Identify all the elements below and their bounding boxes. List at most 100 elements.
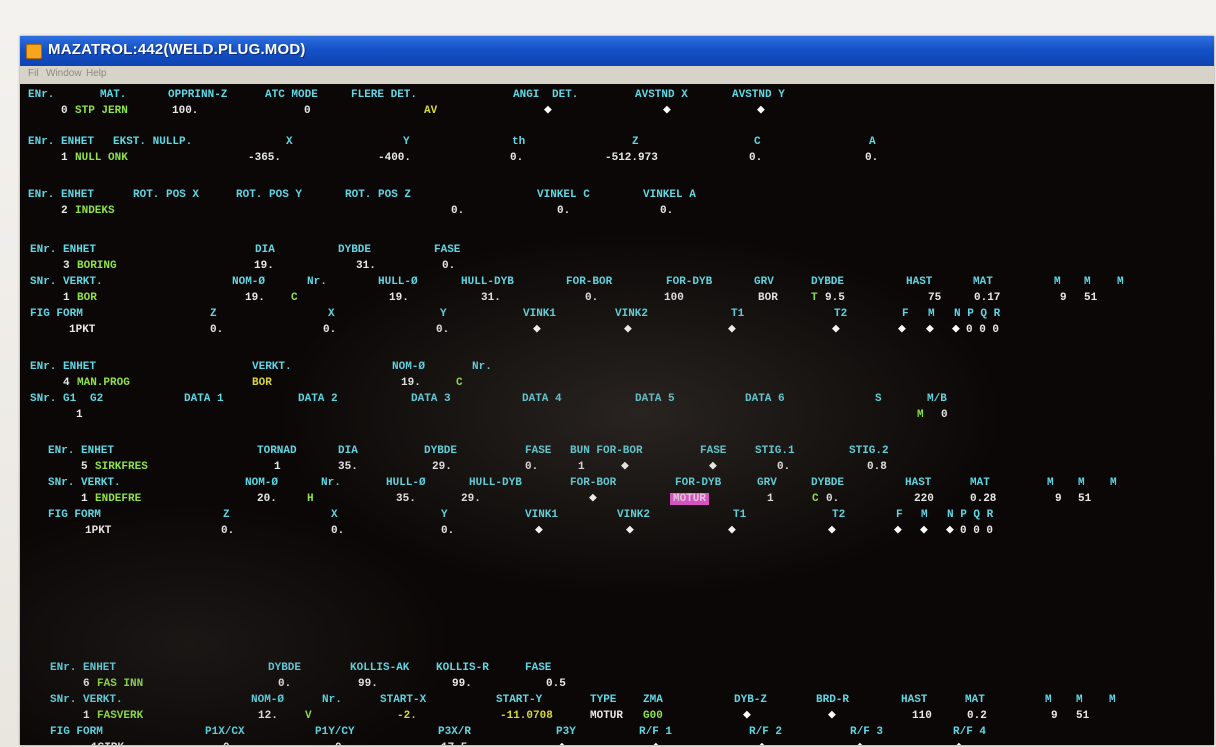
field-value[interactable]: 100. — [172, 105, 198, 117]
unset-diamond-icon[interactable]: ◆ — [757, 103, 765, 116]
unit-name[interactable]: C — [291, 292, 298, 304]
unset-diamond-icon[interactable]: ◆ — [926, 322, 934, 335]
field-value[interactable]: 0. — [278, 678, 291, 690]
field-value[interactable]: 51 — [1076, 710, 1089, 722]
field-value[interactable]: 1PKT — [85, 525, 111, 537]
field-value[interactable]: 35. — [396, 493, 416, 505]
unit-name[interactable]: C — [456, 377, 463, 389]
field-value[interactable]: 20. — [257, 493, 277, 505]
field-value[interactable]: 0.17 — [974, 292, 1000, 304]
field-value[interactable]: 0.5 — [546, 678, 566, 690]
field-value[interactable]: 51 — [1084, 292, 1097, 304]
field-value[interactable]: BOR — [252, 377, 272, 389]
field-value[interactable]: 0. — [510, 152, 523, 164]
field-value[interactable]: -2. — [397, 710, 417, 722]
unit-name[interactable]: INDEKS — [75, 205, 115, 217]
field-value[interactable]: 0. — [436, 324, 449, 336]
unit-name[interactable]: M — [917, 409, 924, 421]
field-value[interactable]: 1 — [76, 409, 83, 421]
field-value[interactable]: -11.0708 — [500, 710, 553, 722]
unset-diamond-icon[interactable]: ◆ — [544, 103, 552, 116]
unset-diamond-icon[interactable]: ◆ — [856, 740, 864, 745]
unit-name[interactable]: C — [812, 493, 819, 505]
title-bar[interactable]: MAZATROL:442(WELD.PLUG.MOD) — [20, 36, 1214, 66]
unset-diamond-icon[interactable]: ◆ — [626, 523, 634, 536]
unit-name[interactable]: FAS INN — [97, 678, 143, 690]
unit-name[interactable]: STP JERN — [75, 105, 128, 117]
field-value[interactable]: 29. — [461, 493, 481, 505]
field-value[interactable]: 0. — [323, 324, 336, 336]
field-value[interactable]: 0. — [221, 525, 234, 537]
unset-diamond-icon[interactable]: ◆ — [558, 740, 566, 745]
field-value[interactable]: -512.973 — [605, 152, 658, 164]
field-value[interactable]: 31. — [356, 260, 376, 272]
field-value[interactable]: 1 — [61, 152, 68, 164]
field-value[interactable]: 0. — [451, 205, 464, 217]
field-value[interactable]: BOR — [758, 292, 778, 304]
field-value[interactable]: 35. — [338, 461, 358, 473]
field-value[interactable]: 9 — [1055, 493, 1062, 505]
unset-diamond-icon[interactable]: ◆ — [652, 740, 660, 745]
unset-diamond-icon[interactable]: ◆ — [709, 459, 717, 472]
menu-help[interactable]: Help — [86, 68, 107, 79]
unset-diamond-icon[interactable]: ◆ — [743, 708, 751, 721]
field-value[interactable]: 0. — [525, 461, 538, 473]
field-value[interactable]: 0. — [557, 205, 570, 217]
unset-diamond-icon[interactable]: ◆ — [832, 322, 840, 335]
field-value[interactable]: MOTUR — [590, 710, 623, 722]
field-value[interactable]: 19. — [401, 377, 421, 389]
field-value[interactable]: 0. — [335, 742, 348, 745]
field-value[interactable]: 0. — [826, 493, 839, 505]
unset-diamond-icon[interactable]: ◆ — [894, 523, 902, 536]
field-value[interactable]: 9.5 — [825, 292, 845, 304]
field-value[interactable]: 6 — [83, 678, 90, 690]
unset-diamond-icon[interactable]: ◆ — [828, 523, 836, 536]
unit-name[interactable]: BORING — [77, 260, 117, 272]
field-value[interactable]: 29. — [432, 461, 452, 473]
field-value[interactable]: 0 0 0 — [960, 525, 993, 537]
unset-diamond-icon[interactable]: ◆ — [758, 740, 766, 745]
unit-name[interactable]: ENDEFRE — [95, 493, 141, 505]
field-value[interactable]: 0. — [749, 152, 762, 164]
unset-diamond-icon[interactable]: ◆ — [952, 322, 960, 335]
field-value[interactable]: 0 — [304, 105, 311, 117]
field-value[interactable]: 0. — [865, 152, 878, 164]
field-value[interactable]: 0. — [660, 205, 673, 217]
field-value[interactable]: 0. — [585, 292, 598, 304]
unset-diamond-icon[interactable]: ◆ — [898, 322, 906, 335]
field-value[interactable]: 31. — [481, 292, 501, 304]
field-value[interactable]: 0 — [941, 409, 948, 421]
field-value[interactable]: 1 — [63, 292, 70, 304]
field-value[interactable]: 1 — [767, 493, 774, 505]
field-value[interactable]: 0. — [777, 461, 790, 473]
field-value[interactable]: 1PKT — [69, 324, 95, 336]
menu-window[interactable]: Window — [46, 68, 82, 79]
unit-name[interactable]: NULL ONK — [75, 152, 128, 164]
field-value[interactable]: 1 — [81, 493, 88, 505]
unit-name[interactable]: V — [305, 710, 312, 722]
unit-name[interactable]: G00 — [643, 710, 663, 722]
unit-name[interactable]: FASVERK — [97, 710, 143, 722]
unset-diamond-icon[interactable]: ◆ — [621, 459, 629, 472]
unset-diamond-icon[interactable]: ◆ — [728, 523, 736, 536]
field-value[interactable]: 2 — [61, 205, 68, 217]
field-value[interactable]: 5 — [81, 461, 88, 473]
field-value[interactable]: 12. — [258, 710, 278, 722]
field-value[interactable]: 99. — [358, 678, 378, 690]
selected-cell[interactable]: MOTUR — [670, 493, 710, 505]
unit-name[interactable]: MAN.PROG — [77, 377, 130, 389]
field-value[interactable]: 0. — [223, 742, 236, 745]
unset-diamond-icon[interactable]: ◆ — [624, 322, 632, 335]
unset-diamond-icon[interactable]: ◆ — [828, 708, 836, 721]
menu-file[interactable]: Fil — [28, 68, 39, 79]
field-value[interactable]: 110 — [912, 710, 932, 722]
field-value[interactable]: -365. — [248, 152, 281, 164]
field-value[interactable]: 0. — [441, 525, 454, 537]
unset-diamond-icon[interactable]: ◆ — [920, 523, 928, 536]
field-value[interactable]: 100 — [664, 292, 684, 304]
unset-diamond-icon[interactable]: ◆ — [533, 322, 541, 335]
field-value[interactable]: 1 — [578, 461, 585, 473]
field-value[interactable]: 220 — [914, 493, 934, 505]
unset-diamond-icon[interactable]: ◆ — [955, 740, 963, 745]
field-value[interactable]: 99. — [452, 678, 472, 690]
